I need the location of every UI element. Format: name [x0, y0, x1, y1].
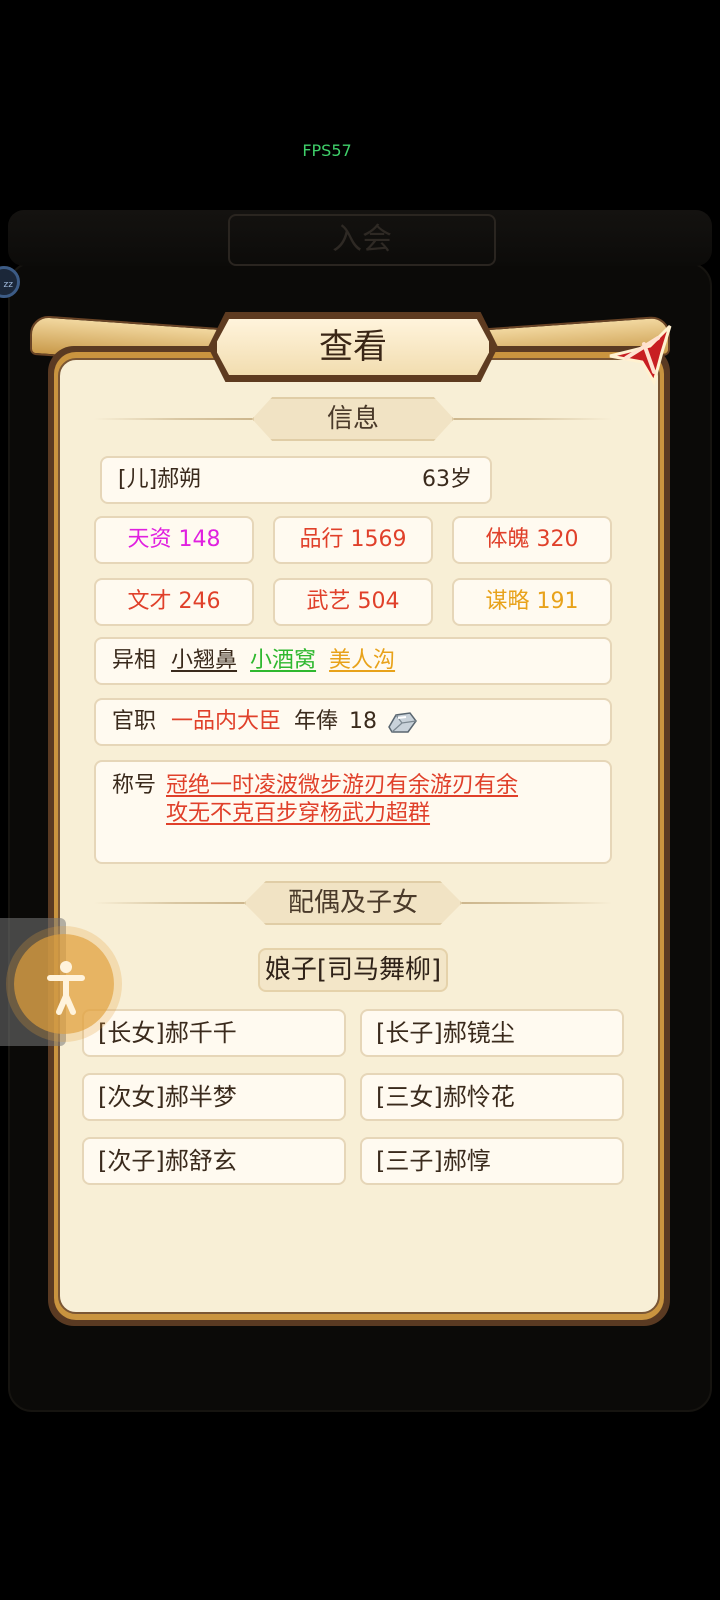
stat-morality: 品行 1569	[273, 516, 433, 564]
features-box: 异相 小翘鼻 小酒窝 美人沟	[94, 637, 612, 685]
accessibility-floating-button[interactable]	[14, 934, 114, 1034]
dialog-title-plate: 查看	[214, 316, 492, 378]
stat-talent: 天资 148	[94, 516, 254, 564]
name-age-box: [儿]郝朔 63岁	[100, 456, 492, 504]
honors-line-1[interactable]: 冠绝一时凌波微步游刃有余游刃有余	[166, 772, 518, 800]
feature-tag[interactable]: 小翘鼻	[171, 648, 237, 673]
honors-label: 称号	[112, 773, 157, 798]
spouse-button[interactable]: 娘子[司马舞柳]	[258, 948, 448, 992]
features-label: 异相	[112, 648, 157, 673]
child-item[interactable]: [次女]郝半梦	[82, 1073, 346, 1121]
person-age: 63岁	[422, 467, 472, 492]
stat-strategy: 谋略 191	[452, 578, 612, 626]
child-item[interactable]: [长子]郝镜尘	[360, 1009, 624, 1057]
dialog-title: 查看	[319, 327, 387, 367]
salary-value: 18	[349, 709, 378, 734]
silver-ingot-icon	[388, 712, 417, 733]
feature-tag[interactable]: 美人沟	[329, 648, 395, 673]
salary-label: 年俸	[294, 709, 339, 734]
feature-tag[interactable]: 小酒窝	[250, 648, 316, 673]
official-box: 官职 一品内大臣 年俸 18	[94, 698, 612, 746]
family-section-title: 配偶及子女	[244, 881, 462, 925]
child-item[interactable]: [次子]郝舒玄	[82, 1137, 346, 1185]
official-label: 官职	[112, 709, 157, 734]
honors-line-2[interactable]: 攻无不克百步穿杨武力超群	[166, 800, 430, 828]
stat-physique: 体魄 320	[452, 516, 612, 564]
accessibility-icon	[47, 961, 85, 1015]
honors-box: 称号 冠绝一时凌波微步游刃有余游刃有余 攻无不克百步穿杨武力超群	[94, 760, 612, 864]
info-section-title: 信息	[252, 397, 454, 441]
stat-literature: 文才 246	[94, 578, 254, 626]
stat-martial: 武艺 504	[273, 578, 433, 626]
child-item[interactable]: [长女]郝千千	[82, 1009, 346, 1057]
official-title: 一品内大臣	[171, 709, 282, 734]
background-title: 入会	[228, 214, 496, 266]
child-item[interactable]: [三女]郝怜花	[360, 1073, 624, 1121]
close-icon[interactable]	[604, 316, 676, 388]
info-section-header: 信息	[94, 397, 612, 441]
fps-counter: FPS57	[302, 141, 352, 160]
family-section-header: 配偶及子女	[94, 881, 612, 925]
person-name: [儿]郝朔	[118, 467, 202, 492]
child-item[interactable]: [三子]郝惇	[360, 1137, 624, 1185]
